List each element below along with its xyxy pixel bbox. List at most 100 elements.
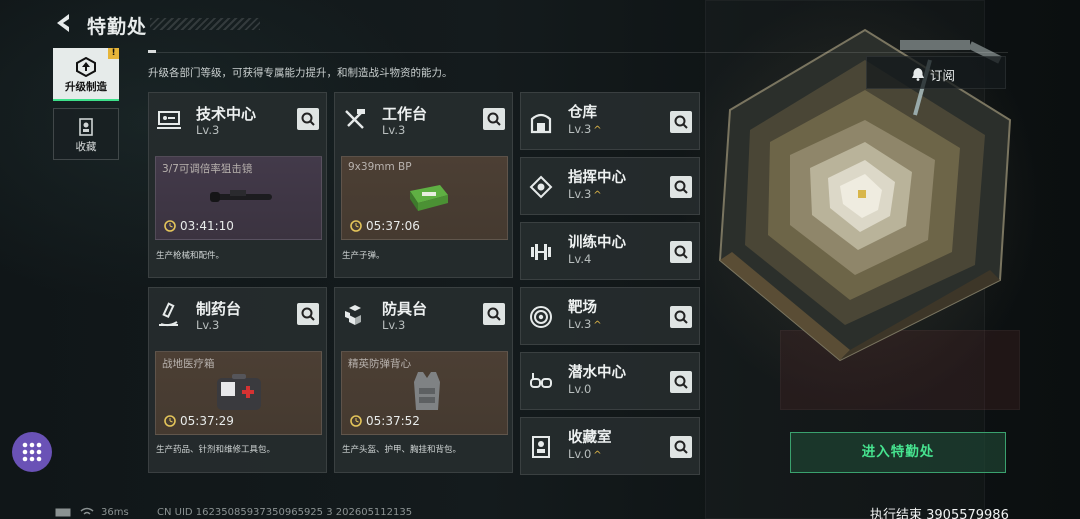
- dept-level-text: Lv.0: [568, 382, 592, 396]
- dept-name: 制药台: [196, 300, 242, 318]
- search-icon[interactable]: [670, 111, 692, 133]
- search-icon[interactable]: [483, 108, 505, 130]
- craft-timer: 05:37:29: [180, 414, 234, 428]
- search-icon[interactable]: [670, 436, 692, 458]
- vest-icon: [414, 372, 440, 410]
- upgrade-available-icon: ^: [593, 320, 602, 331]
- dept-row-training-center[interactable]: 训练中心 Lv.4: [520, 222, 700, 280]
- dept-name: 仓库: [568, 105, 597, 121]
- search-icon[interactable]: [297, 303, 319, 325]
- search-icon[interactable]: [670, 176, 692, 198]
- dept-level: Lv.4: [568, 252, 591, 266]
- dept-card-pharmacy[interactable]: 制药台 Lv.3 战地医疗箱 05:37:29 生产药品、针剂和维修工具包。: [148, 287, 327, 473]
- dept-name: 收藏室: [568, 430, 612, 446]
- timer-icon: [164, 220, 176, 232]
- grid-dots-icon: [22, 442, 42, 462]
- dept-level-text: Lv.3: [568, 122, 592, 136]
- search-icon[interactable]: [670, 306, 692, 328]
- search-icon[interactable]: [483, 303, 505, 325]
- nav-active-indicator: [53, 99, 119, 101]
- dept-level: Lv.3: [382, 123, 406, 137]
- nav-alert-badge: !: [108, 48, 119, 59]
- craft-item-name: 战地医疗箱: [162, 358, 215, 370]
- dept-name: 工作台: [382, 105, 428, 123]
- enter-label: 进入特勤处: [861, 444, 935, 460]
- nav-label: 升级制造: [65, 81, 107, 93]
- scope-icon: [210, 190, 272, 202]
- dept-card-armor-bench[interactable]: 防具台 Lv.3 精英防弹背心 05:37:52 生产头盔、护甲、胸挂和背包。: [334, 287, 513, 473]
- craft-item-name: 9x39mm BP: [348, 161, 412, 173]
- bell-icon: [912, 68, 924, 81]
- armor-bench-icon: [345, 305, 361, 325]
- dept-name: 靶场: [568, 300, 597, 316]
- dept-level-text: Lv.3: [568, 317, 592, 331]
- upgrade-available-icon: ^: [593, 125, 602, 136]
- dept-level-text: Lv.3: [568, 187, 592, 201]
- header-divider-mark: [148, 50, 156, 53]
- dept-row-command-center[interactable]: 指挥中心 Lv.3 ^: [520, 157, 700, 215]
- enter-special-ops-button[interactable]: 进入特勤处: [790, 432, 1006, 473]
- upgrade-available-icon: ^: [593, 190, 602, 201]
- dept-description: 生产药品、针剂和维修工具包。: [156, 445, 276, 455]
- nav-collection[interactable]: 收藏: [53, 108, 119, 160]
- craft-timer: 03:41:10: [180, 219, 234, 233]
- craft-slot[interactable]: 9x39mm BP 05:37:06: [341, 156, 508, 240]
- floating-menu-button[interactable]: [12, 432, 52, 472]
- dept-row-shooting-range[interactable]: 靶场 Lv.3 ^: [520, 287, 700, 345]
- subscribe-button[interactable]: 订阅: [866, 56, 1006, 89]
- dept-description: 生产子弹。: [342, 251, 385, 261]
- search-icon[interactable]: [670, 241, 692, 263]
- dept-level-text: Lv.4: [568, 252, 592, 266]
- back-arrow-icon[interactable]: [53, 12, 75, 34]
- ping-readout: 36ms: [101, 507, 129, 518]
- timer-icon: [164, 415, 176, 427]
- nav-upgrade-craft[interactable]: 升级制造 !: [53, 48, 119, 100]
- dept-level: Lv.3: [382, 318, 406, 332]
- timer-icon: [350, 220, 362, 232]
- dept-row-warehouse[interactable]: 仓库 Lv.3 ^: [520, 92, 700, 150]
- warehouse-icon: [530, 113, 552, 134]
- subscribe-label: 订阅: [930, 68, 956, 83]
- dept-level-text: Lv.0: [568, 447, 592, 461]
- craft-timer: 05:37:52: [366, 414, 420, 428]
- command-center-icon: [529, 175, 553, 199]
- page-description: 升级各部门等级，可获得专属能力提升，和制造战斗物资的能力。: [148, 67, 453, 79]
- craft-slot[interactable]: 3/7可调倍率狙击镜 03:41:10: [155, 156, 322, 240]
- dept-card-workbench[interactable]: 工作台 Lv.3 9x39mm BP 05:37:06 生产子弹。: [334, 92, 513, 278]
- battery-icon: [55, 508, 71, 517]
- page-title: 特勤处: [87, 16, 148, 38]
- ammo-box-icon: [410, 185, 448, 211]
- exec-status-text: 执行结束 3905579986: [870, 508, 1009, 519]
- dept-level: Lv.3 ^: [568, 317, 602, 331]
- craft-slot[interactable]: 精英防弹背心 05:37:52: [341, 351, 508, 435]
- dept-level: Lv.0: [568, 382, 591, 396]
- dept-row-collection-room[interactable]: 收藏室 Lv.0 ^: [520, 417, 700, 475]
- uid-readout: CN UID 16235085937350965925 3 2026051121…: [157, 507, 413, 518]
- timer-icon: [350, 415, 362, 427]
- dept-name: 训练中心: [568, 235, 626, 251]
- craft-item-name: 精英防弹背心: [348, 358, 411, 370]
- craft-slot[interactable]: 战地医疗箱 05:37:29: [155, 351, 322, 435]
- workbench-icon: [345, 109, 365, 129]
- diving-mask-icon: [530, 373, 552, 388]
- dept-row-diving-center[interactable]: 潜水中心 Lv.0: [520, 352, 700, 410]
- dept-card-tech-center[interactable]: 技术中心 Lv.3 3/7可调倍率狙击镜 03:41:10 生产枪械和配件。: [148, 92, 327, 278]
- dept-name: 潜水中心: [568, 365, 626, 381]
- search-icon[interactable]: [297, 108, 319, 130]
- dept-level: Lv.0 ^: [568, 447, 602, 461]
- nav-label: 收藏: [75, 141, 97, 153]
- craft-item-name: 3/7可调倍率狙击镜: [162, 163, 253, 175]
- search-icon[interactable]: [670, 371, 692, 393]
- craft-timer: 05:37:06: [366, 219, 420, 233]
- dept-description: 生产头盔、护甲、胸挂和背包。: [342, 445, 462, 455]
- wifi-icon: [80, 507, 94, 515]
- collection-icon: [79, 118, 93, 136]
- pharmacy-icon: [159, 302, 178, 327]
- collection-room-icon: [532, 436, 550, 458]
- medkit-icon: [217, 374, 261, 410]
- dumbbell-icon: [531, 244, 551, 260]
- upgrade-icon: [76, 57, 96, 77]
- upgrade-available-icon: ^: [593, 450, 602, 461]
- dept-level: Lv.3: [196, 123, 220, 137]
- header-stripe-decoration: [150, 18, 260, 30]
